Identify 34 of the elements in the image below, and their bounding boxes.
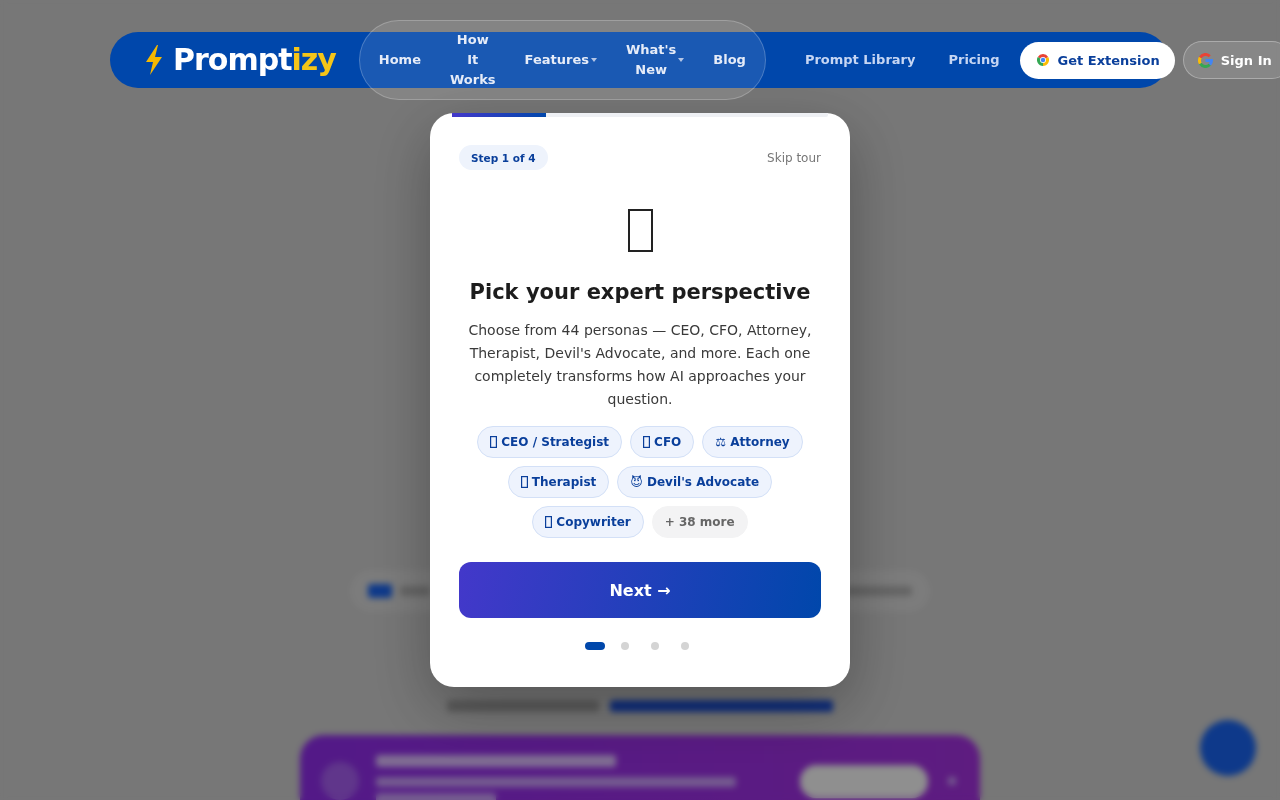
sign-in-button[interactable]: Sign In (1182, 41, 1280, 79)
nav-link[interactable]: Home (378, 50, 421, 70)
glyph-box-icon (643, 436, 651, 448)
nav-link[interactable]: What's New (625, 40, 685, 80)
lightning-bolt-icon (145, 45, 163, 75)
step-dot[interactable] (651, 642, 659, 650)
glyph-box-icon (627, 208, 653, 252)
nav-link[interactable]: Features (524, 50, 597, 70)
persona-tag: CEO / Strategist (477, 426, 623, 458)
step-indicator: Step 1 of 4 (459, 145, 548, 170)
persona-tag: CFO (630, 426, 695, 458)
step-dot[interactable] (621, 642, 629, 650)
g-logo-icon (1197, 52, 1213, 68)
more-tag: + 38 more (651, 506, 748, 538)
brand-logo[interactable]: Promptizy (173, 42, 336, 78)
glyph-box-icon (520, 476, 528, 488)
nav-link[interactable]: How It Works (449, 30, 496, 90)
get-extension-button[interactable]: Get Extension (1019, 41, 1175, 79)
persona-tag: Copywriter (532, 506, 644, 538)
tour-title: Pick your expert perspective (468, 279, 812, 306)
tour-description: Choose from 44 personas — CEO, CFO, Attorney, Therapist, Devil's Advocate, and more. Each one completely transforms how AI approaches your question. (467, 321, 813, 409)
skip-tour-link[interactable]: Skip tour (767, 150, 821, 165)
nav-link[interactable]: Pricing (948, 50, 1000, 70)
persona-tag: ⚖ Attorney (702, 426, 803, 458)
glyph-box-icon (545, 516, 553, 528)
nav-link[interactable]: Blog (713, 50, 746, 70)
ring-logo-icon (1036, 54, 1049, 66)
glyph-box-icon (490, 436, 498, 448)
next-button[interactable]: Next → (459, 562, 821, 618)
chat-button[interactable] (1200, 720, 1256, 776)
persona-tag: 😈 Devil's Advocate (617, 466, 773, 498)
nav-link[interactable]: Prompt Library (804, 50, 916, 70)
persona-tag: Therapist (507, 466, 610, 498)
step-dot[interactable] (681, 642, 689, 650)
